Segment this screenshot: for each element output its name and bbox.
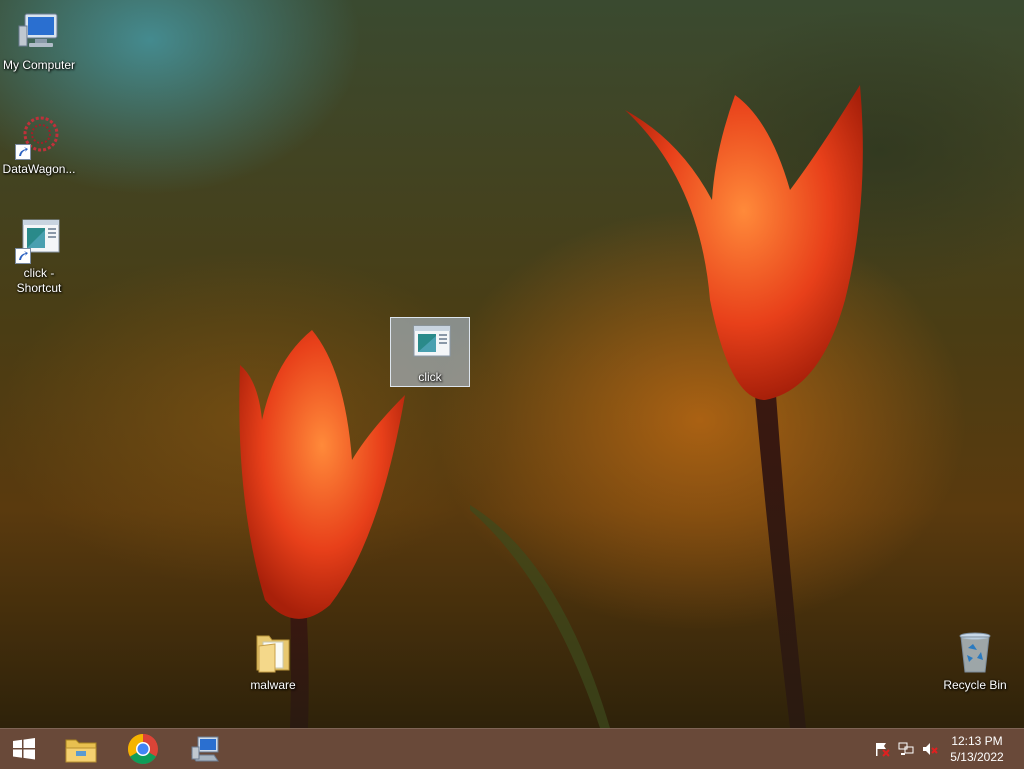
click-desktop-icon[interactable]: click	[390, 317, 470, 387]
network-icon[interactable]	[898, 741, 914, 757]
computer-taskbar-button[interactable]	[176, 729, 234, 769]
chrome-icon	[127, 734, 158, 765]
taskbar-clock[interactable]: 12:13 PM 5/13/2022	[942, 733, 1012, 765]
shortcut-arrow-icon	[15, 144, 31, 160]
start-button[interactable]	[0, 729, 48, 769]
desktop-icon-label: click	[418, 370, 442, 384]
action-center-flag-icon[interactable]	[874, 741, 890, 757]
file-explorer-icon	[65, 739, 97, 763]
taskbar: 12:13 PM 5/13/2022	[0, 728, 1024, 769]
my-computer-desktop-icon[interactable]: My Computer	[0, 8, 78, 73]
datawagon-shortcut-icon[interactable]: DataWagon...	[0, 112, 78, 177]
clock-time: 12:13 PM	[951, 734, 1003, 748]
application-window-icon	[413, 325, 451, 357]
desktop-icon-label: DataWagon...	[2, 162, 76, 176]
folder-icon	[256, 635, 290, 673]
desktop-icon-label: My Computer	[2, 58, 76, 72]
volume-muted-icon[interactable]	[922, 741, 938, 757]
clock-date: 5/13/2022	[950, 750, 1004, 764]
desktop-icon-label: malware	[250, 678, 296, 692]
shortcut-arrow-icon	[15, 248, 31, 264]
desktop[interactable]: My Computer DataWagon... click - Shortcu…	[0, 0, 1024, 728]
file-explorer-taskbar-button[interactable]	[52, 729, 110, 769]
desktop-icon-label: Recycle Bin	[943, 678, 1007, 692]
chrome-taskbar-button[interactable]	[114, 729, 172, 769]
desktop-icon-label: click - Shortcut	[16, 266, 62, 295]
click-shortcut-desktop-icon[interactable]: click - Shortcut	[0, 216, 78, 296]
computer-icon	[191, 736, 219, 762]
computer-icon	[18, 13, 58, 47]
recycle-bin-icon	[959, 632, 991, 673]
start-icon	[13, 738, 35, 760]
recycle-bin-desktop-icon[interactable]: Recycle Bin	[936, 628, 1014, 693]
wallpaper-image	[239, 85, 863, 728]
malware-folder-desktop-icon[interactable]: malware	[234, 628, 312, 693]
